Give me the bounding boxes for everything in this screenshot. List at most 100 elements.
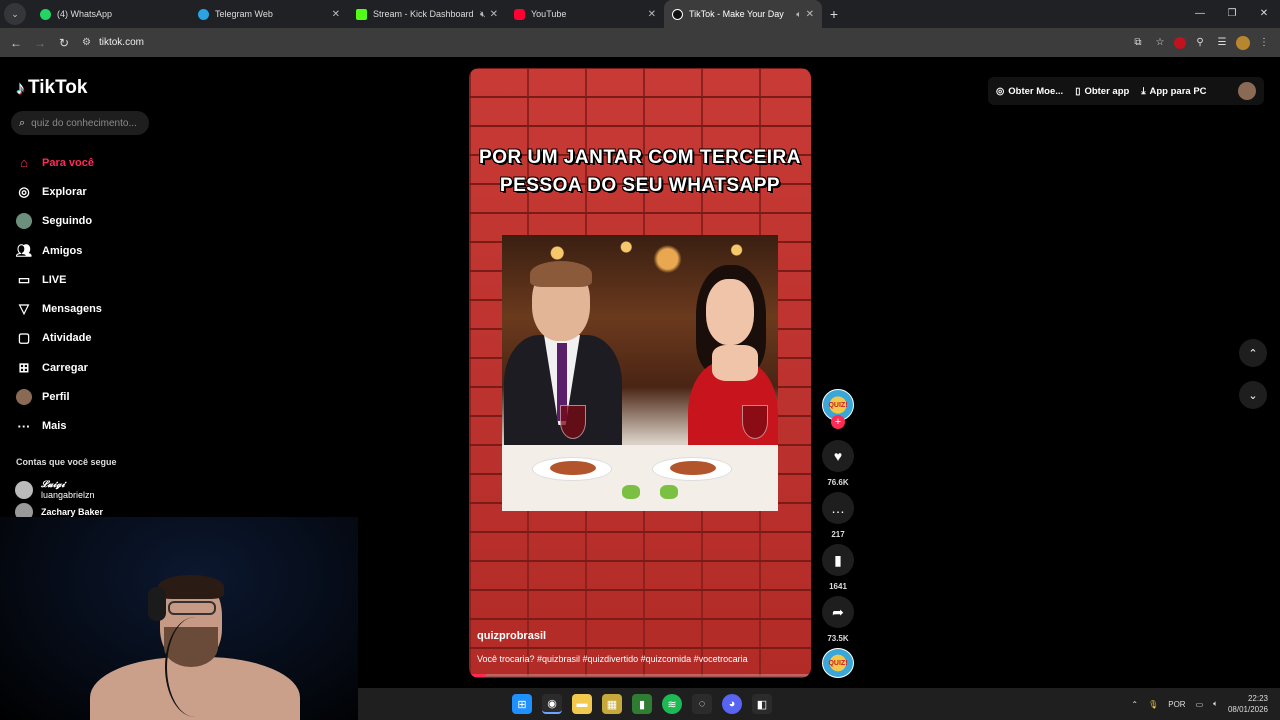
get-coins-button[interactable]: ◎ Obter Moe... [996,86,1063,97]
sidebar-item-label: Para você [42,156,94,169]
webcam-person-hair [158,575,224,599]
tab-tiktok[interactable]: TikTok - Make Your Day 🔈︎ ✕ [664,0,822,28]
close-window-icon[interactable]: ✕ [1248,0,1280,28]
comment-button[interactable]: … 217 [822,492,854,539]
close-icon[interactable]: ✕ [648,9,656,20]
tiktok-icon [672,8,683,20]
tab-whatsapp[interactable]: (4) WhatsApp [32,0,190,28]
previous-video-button[interactable]: ⌃ [1239,339,1267,367]
window-controls: — ❐ ✕ [1184,0,1280,28]
chrome-icon[interactable]: ◉ [542,694,562,714]
sidebar-item-label: Carregar [42,361,88,374]
music-disc-icon[interactable]: QUIZ! [822,648,854,678]
wine-glass [742,405,768,439]
bookmark-star-icon[interactable]: ☆ [1152,37,1168,48]
language-indicator[interactable]: POR [1168,700,1185,709]
app-icon[interactable]: ▮ [632,694,652,714]
pc-app-button[interactable]: ⤓ App para PC [1141,86,1206,97]
comment-icon: … [822,492,854,524]
discord-icon[interactable]: ◕ [722,694,742,714]
tab-search-icon[interactable]: ⌄ [4,3,26,25]
sidebar-item-mensagens[interactable]: ▽ Mensagens [16,294,102,323]
tab-telegram[interactable]: Telegram Web ✕ [190,0,348,28]
sidebar-item-explorar[interactable]: ◎ Explorar [16,177,102,206]
video-player[interactable]: POR UM JANTAR COM TERCEIRA PESSOA DO SEU… [469,68,811,678]
like-button[interactable]: ♥ 76.6K [822,440,854,487]
muted-speaker-icon[interactable]: 🔇︎ [480,9,486,20]
share-button[interactable]: ➦ 73.5K [822,596,854,643]
webcam-headset [148,587,166,621]
sidebar-item-para-voce[interactable]: ⌂ Para você [16,148,102,177]
url-text[interactable]: tiktok.com [99,37,144,48]
save-count: 1641 [829,582,847,591]
close-icon[interactable]: ✕ [806,9,814,20]
coin-icon: ◎ [996,85,1005,97]
windows-start-icon[interactable]: ⊞ [512,694,532,714]
app-icon[interactable]: ▦ [602,694,622,714]
install-app-icon[interactable]: ⧉ [1130,37,1146,48]
chevron-up-icon[interactable]: ⌃ [1131,700,1138,709]
back-icon[interactable]: ← [4,36,28,50]
sidebar-item-seguindo[interactable]: Seguindo [16,207,102,236]
extensions-icon[interactable]: ⚲ [1192,37,1208,48]
clock-date: 08/01/2026 [1227,705,1268,714]
get-app-button[interactable]: ▯ Obter app [1075,86,1129,97]
sidebar-item-carregar[interactable]: ⊞ Carregar [16,353,102,382]
sidebar-item-mais[interactable]: ··· Mais [16,412,102,441]
site-info-icon[interactable]: ⚙ [82,37,91,48]
browser-toolbar: ← → ↻ ⚙ tiktok.com ⧉ ☆ ⚲ ☰ ⋮ [0,28,1280,57]
video-description[interactable]: Você trocaria? #quizbrasil #quizdivertid… [477,654,748,664]
kick-icon [356,8,367,20]
video-progress-bar[interactable] [469,674,811,677]
heart-icon: ♥ [822,440,854,472]
system-tray: ⌃ 🎙︎ POR ▭ 🔈︎ 22:23 08/01/2026 [1131,688,1268,720]
following-accounts-title: Contas que você segue [16,457,117,467]
app-icon[interactable]: ◧ [752,694,772,714]
save-button[interactable]: ▮ 1641 [822,544,854,591]
spotify-icon[interactable]: ≋ [662,694,682,714]
menu-kebab-icon[interactable]: ⋮ [1256,37,1272,48]
candle [622,485,640,499]
sidebar-item-amigos[interactable]: 👥︎ Amigos [16,236,102,265]
reading-list-icon[interactable]: ☰ [1214,37,1230,48]
more-icon: ··· [17,418,31,434]
tab-youtube[interactable]: YouTube ✕ [506,0,664,28]
avatar [15,481,33,499]
next-video-button[interactable]: ⌄ [1239,381,1267,409]
tiktok-logo[interactable]: ♪ TikTok [16,77,87,99]
microphone-icon[interactable]: 🎙︎ [1148,700,1158,709]
profile-avatar-icon[interactable] [1236,35,1250,50]
close-icon[interactable]: ✕ [490,9,498,20]
reload-icon[interactable]: ↻ [52,36,76,50]
search-input[interactable]: ⌕ quiz do conhecimento... [11,111,149,135]
sidebar-item-perfil[interactable]: Perfil [16,382,102,411]
sidebar-item-label: Mais [42,420,67,433]
wine-glass [560,405,586,439]
follow-plus-icon[interactable]: + [831,415,845,429]
video-author[interactable]: quizprobrasil [477,630,546,642]
minimize-icon[interactable]: — [1184,0,1216,28]
messages-icon: ▽ [19,301,29,317]
restore-icon[interactable]: ❐ [1216,0,1248,28]
webcam-overlay [0,517,358,720]
search-placeholder: quiz do conhecimento... [31,117,137,129]
user-avatar[interactable] [1238,82,1256,100]
volume-icon[interactable]: 🔈︎ [1213,699,1218,709]
close-icon[interactable]: ✕ [332,9,340,20]
network-icon[interactable]: ▭ [1196,700,1204,709]
tab-title: Stream - Kick Dashboard [373,9,474,19]
food [670,461,716,475]
sidebar-item-atividade[interactable]: ▢ Atividade [16,324,102,353]
new-tab-button[interactable]: + [822,6,846,22]
obs-icon[interactable]: ◌ [692,694,712,714]
sidebar-item-live[interactable]: ▭ LIVE [16,265,102,294]
forward-icon[interactable]: → [28,36,52,50]
extension-record-icon[interactable] [1174,36,1186,49]
tab-kick[interactable]: Stream - Kick Dashboard 🔇︎ ✕ [348,0,506,28]
candle [660,485,678,499]
address-bar[interactable]: ⚙ tiktok.com [82,32,1082,54]
file-explorer-icon[interactable]: ▬ [572,694,592,714]
speaker-icon[interactable]: 🔈︎ [796,9,801,20]
clock[interactable]: 22:23 08/01/2026 [1228,693,1268,715]
followed-account[interactable]: 𝓛𝓾𝓲𝓰𝓲 luangabrielzn [15,479,95,501]
